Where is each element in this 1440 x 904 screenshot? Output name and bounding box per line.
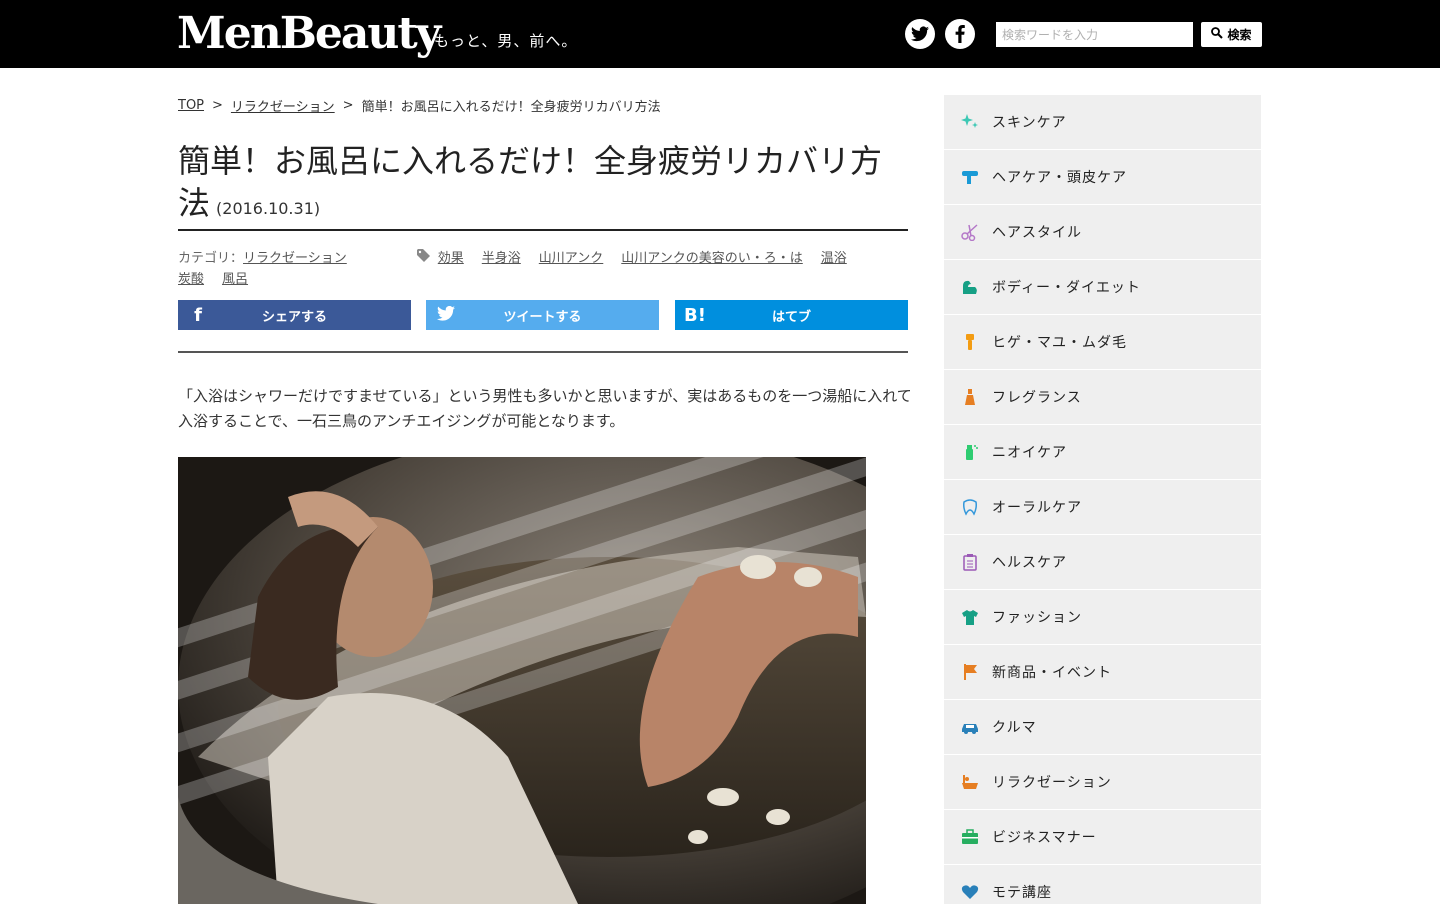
perfume-icon	[960, 387, 980, 407]
bath-icon	[960, 772, 980, 792]
category-label: カテゴリ：	[178, 251, 244, 266]
sidebar-item-label: リラクゼーション	[992, 775, 1112, 791]
hatena-bookmark-button[interactable]: B! はてブ	[675, 300, 908, 330]
breadcrumb-separator: >	[212, 98, 223, 113]
article-meta: カテゴリ：リラクゼーション 効果 半身浴 山川アンク 山川アンクの美容のい・ろ・は 温浴炭…	[178, 248, 908, 290]
clipboard-icon	[960, 552, 980, 572]
sidebar-item-fragrance[interactable]: フレグランス	[944, 370, 1261, 425]
sidebar-item-label: ヘルスケア	[992, 555, 1067, 571]
search-button-label: 検索	[1227, 28, 1252, 42]
tag-link[interactable]: 温浴	[821, 251, 847, 266]
sidebar-item-label: ヘアケア・頭皮ケア	[992, 170, 1127, 186]
breadcrumb-current: 簡単！お風呂に入れるだけ！全身疲労リカバリ方法	[361, 100, 661, 115]
site-logo[interactable]: MenBeauty	[177, 8, 441, 60]
twitter-icon[interactable]	[905, 19, 935, 49]
search-icon	[1211, 27, 1224, 42]
tag-icon	[416, 248, 430, 269]
heart-icon	[960, 882, 980, 902]
sidebar-item-new-products[interactable]: 新商品・イベント	[944, 645, 1261, 700]
article-hero-image	[178, 457, 866, 904]
briefcase-icon	[960, 827, 980, 847]
article-date: (2016.10.31)	[216, 199, 321, 218]
article-title: 簡単！お風呂に入れるだけ！全身疲労リカバリ方法 (2016.10.31)	[178, 140, 908, 230]
tag-link[interactable]: 半身浴	[482, 251, 521, 266]
sidebar-item-dating-tips[interactable]: モテ講座	[944, 865, 1261, 904]
sidebar-item-body-diet[interactable]: ボディー・ダイエット	[944, 260, 1261, 315]
title-divider	[178, 229, 908, 231]
scissors-icon	[960, 222, 980, 242]
sidebar-item-shaving[interactable]: ヒゲ・マユ・ムダ毛	[944, 315, 1261, 370]
twitter-share-label: ツイートする	[503, 309, 582, 325]
sidebar-item-label: ニオイケア	[992, 445, 1067, 461]
tag-link[interactable]: 山川アンク	[539, 251, 603, 266]
breadcrumb-top[interactable]: TOP	[178, 98, 204, 113]
sidebar-item-healthcare[interactable]: ヘルスケア	[944, 535, 1261, 590]
sidebar-item-label: スキンケア	[992, 115, 1067, 131]
breadcrumb: TOP > リラクゼーション > 簡単！お風呂に入れるだけ！全身疲労リカバリ方法	[178, 96, 661, 115]
sidebar-item-label: ファッション	[992, 610, 1082, 626]
category-sidebar: スキンケア ヘアケア・頭皮ケア ヘアスタイル ボディー・ダイエット ヒゲ・マユ・…	[944, 95, 1261, 904]
tshirt-icon	[960, 607, 980, 627]
sidebar-item-label: ヘアスタイル	[992, 225, 1082, 241]
sidebar-item-oral-care[interactable]: オーラルケア	[944, 480, 1261, 535]
twitter-icon	[426, 305, 466, 326]
sidebar-item-odor-care[interactable]: ニオイケア	[944, 425, 1261, 480]
sparkle-icon	[960, 112, 980, 132]
razor-icon	[960, 332, 980, 352]
category-link[interactable]: リラクゼーション	[243, 251, 347, 266]
sidebar-item-hairstyle[interactable]: ヘアスタイル	[944, 205, 1261, 260]
sidebar-item-label: クルマ	[992, 720, 1037, 736]
hatena-label: はてブ	[771, 309, 811, 325]
sidebar-item-relaxation[interactable]: リラクゼーション	[944, 755, 1261, 810]
sidebar-item-business-manners[interactable]: ビジネスマナー	[944, 810, 1261, 865]
facebook-share-label: シェアする	[261, 309, 327, 325]
sidebar-item-label: ヒゲ・マユ・ムダ毛	[992, 335, 1127, 351]
spray-icon	[960, 442, 980, 462]
tag-link[interactable]: 風呂	[222, 272, 248, 287]
hatena-icon: B!	[684, 304, 706, 326]
sidebar-item-fashion[interactable]: ファッション	[944, 590, 1261, 645]
facebook-icon[interactable]	[945, 19, 975, 49]
sidebar-item-label: ビジネスマナー	[992, 830, 1097, 846]
arm-icon	[960, 277, 980, 297]
tooth-icon	[960, 497, 980, 517]
site-header: MenBeauty もっと、男、前へ。 検索	[0, 0, 1440, 68]
twitter-share-button[interactable]: ツイートする	[426, 300, 659, 330]
breadcrumb-category[interactable]: リラクゼーション	[231, 96, 335, 115]
facebook-icon: f	[194, 304, 202, 326]
sidebar-item-skincare[interactable]: スキンケア	[944, 95, 1261, 150]
flag-icon	[960, 662, 980, 682]
search-button[interactable]: 検索	[1201, 22, 1262, 47]
article-lead: 「入浴はシャワーだけですませている」という男性も多いかと思いますが、実はあるもの…	[178, 387, 912, 430]
tag-link[interactable]: 山川アンクの美容のい・ろ・は	[621, 251, 802, 266]
sidebar-item-car[interactable]: クルマ	[944, 700, 1261, 755]
car-icon	[960, 717, 980, 737]
tag-link[interactable]: 効果	[438, 251, 464, 266]
breadcrumb-separator: >	[342, 98, 354, 113]
sidebar-item-label: オーラルケア	[992, 500, 1082, 516]
sidebar-item-label: ボディー・ダイエット	[992, 280, 1141, 296]
hairdryer-icon	[960, 167, 980, 187]
share-divider	[178, 351, 908, 353]
sidebar-item-label: モテ講座	[992, 885, 1052, 901]
site-tagline: もっと、男、前へ。	[434, 32, 578, 50]
facebook-share-button[interactable]: f シェアする	[178, 300, 411, 330]
tag-link[interactable]: 炭酸	[178, 272, 204, 287]
sidebar-item-label: フレグランス	[992, 390, 1082, 406]
sidebar-item-haircare[interactable]: ヘアケア・頭皮ケア	[944, 150, 1261, 205]
sidebar-item-label: 新商品・イベント	[992, 665, 1112, 681]
search-input[interactable]	[996, 22, 1193, 47]
